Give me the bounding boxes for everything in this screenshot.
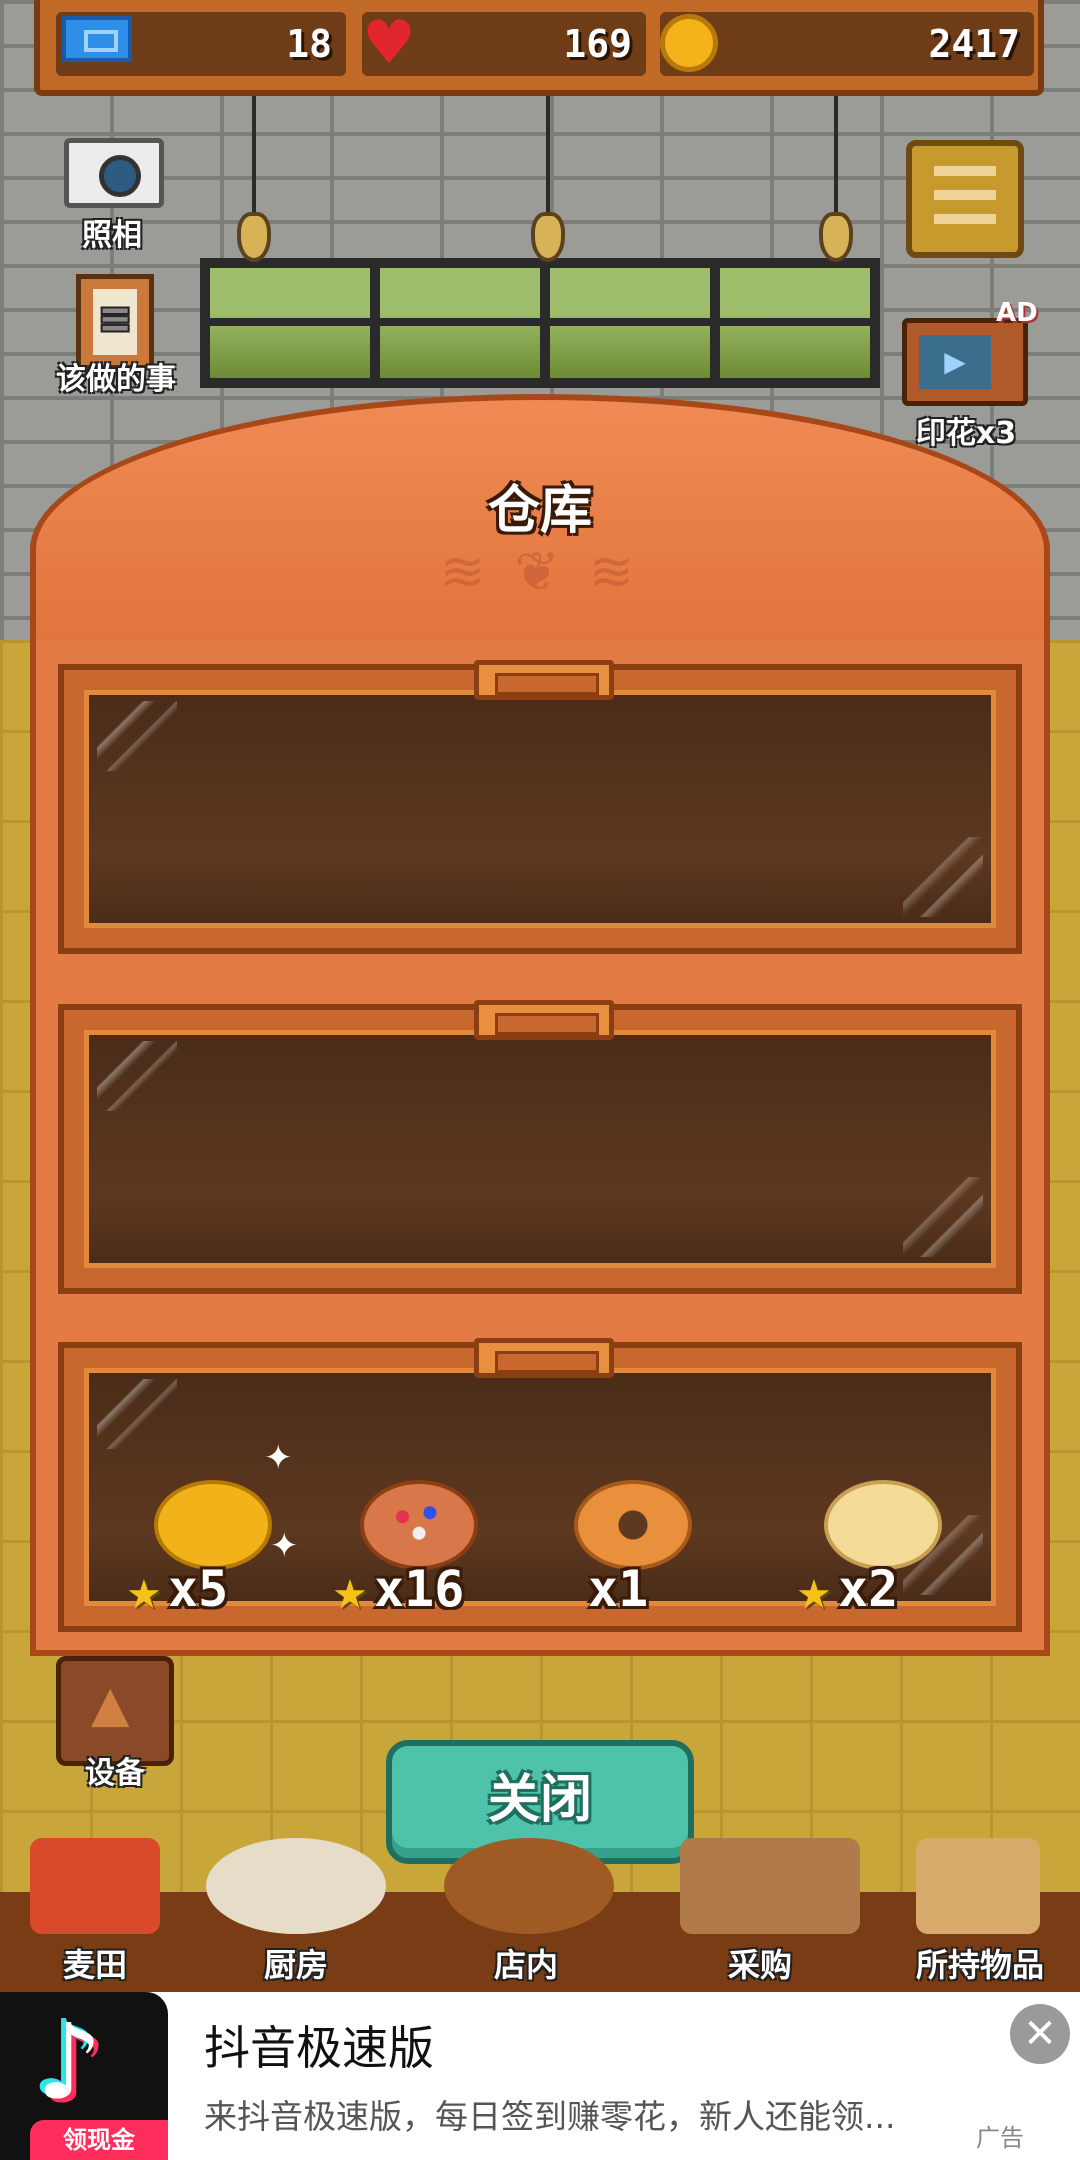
item-count: x1	[588, 1560, 649, 1618]
todo-label[interactable]: 该做的事	[36, 354, 196, 398]
douyin-logo-icon[interactable]: ♪ 领现金	[0, 1992, 168, 2160]
storage-title: 仓库	[487, 481, 592, 541]
kitchen-icon[interactable]	[206, 1838, 386, 1934]
star-icon: ★	[796, 1572, 832, 1618]
shelf-2	[58, 1000, 1022, 1294]
sparkle-icon: ✦	[264, 1438, 293, 1478]
cream-bun-icon	[824, 1480, 942, 1570]
shelf-glass	[84, 690, 996, 928]
item-count: x2	[838, 1560, 899, 1618]
nav-kitchen[interactable]: 厨房	[236, 1940, 356, 1986]
leaf-ornament: ≋ ❦ ≋	[439, 540, 641, 603]
shelf-3: ★ x5 ✦ ✦ ★ x16 x1 ★ x2	[58, 1338, 1022, 1632]
lamp-wire	[834, 96, 838, 216]
ad-description[interactable]: 来抖音极速版，每日签到赚零花，新人还能领...	[204, 2090, 895, 2138]
ad-tag: AD	[996, 298, 1038, 328]
item-count: x16	[374, 1560, 465, 1618]
nav-shop-interior[interactable]: 店内	[466, 1940, 586, 1986]
storage-item[interactable]: ★ x2	[784, 1480, 964, 1620]
coin-count: 2417	[928, 22, 1020, 66]
shelf-handle	[474, 1338, 614, 1378]
storage-item[interactable]: ★ x5	[114, 1480, 294, 1620]
shelf-glass	[84, 1030, 996, 1268]
purchase-icon[interactable]	[680, 1838, 860, 1934]
equipment-label[interactable]: 设备	[56, 1748, 174, 1792]
shelf-handle	[474, 660, 614, 700]
hamburger-icon	[934, 166, 996, 176]
cash-badge: 领现金	[30, 2120, 168, 2160]
shop-interior-icon[interactable]	[444, 1838, 614, 1934]
ad-close-button[interactable]: ✕	[1010, 2004, 1070, 2064]
light-bulb	[531, 212, 565, 262]
resource-bar: 18 169 ♥ 2417	[34, 0, 1044, 96]
music-note-icon: ♪	[36, 2001, 103, 2123]
ad-banner[interactable]: ♪ 领现金 抖音极速版 来抖音极速版，每日签到赚零花，新人还能领...	[0, 1992, 1080, 2160]
light-bulb	[819, 212, 853, 262]
heart-count: 169	[563, 22, 632, 66]
lamp-wire	[546, 96, 550, 216]
camera-icon[interactable]	[64, 138, 164, 208]
star-icon: ★	[332, 1572, 368, 1618]
storage-item[interactable]: x1	[534, 1480, 714, 1620]
camera-label[interactable]: 照相	[50, 210, 174, 254]
ticket-count: 18	[286, 22, 332, 66]
tv-ad-icon[interactable]	[902, 318, 1028, 406]
bagel-icon	[574, 1480, 692, 1570]
ad-title[interactable]: 抖音极速版	[204, 2012, 434, 2078]
star-icon: ★	[126, 1572, 162, 1618]
nav-purchase[interactable]: 采购	[700, 1940, 820, 1986]
wheat-field-icon[interactable]	[30, 1838, 160, 1934]
coin-icon	[660, 14, 718, 72]
nav-inventory[interactable]: 所持物品	[900, 1940, 1060, 1986]
sparkle-icon: ✦	[270, 1526, 299, 1566]
ticket-icon	[62, 16, 132, 62]
sprinkle-pie-icon	[360, 1480, 478, 1570]
nav-wheat-field[interactable]: 麦田	[40, 1940, 150, 1986]
light-bulb	[237, 212, 271, 262]
shop-window	[200, 258, 880, 388]
inventory-icon[interactable]	[916, 1838, 1040, 1934]
storage-item[interactable]: ★ x16	[320, 1480, 500, 1620]
lamp-wire	[252, 96, 256, 216]
ad-label: 广告	[976, 2124, 1024, 2152]
shelf-1	[58, 660, 1022, 954]
menu-button[interactable]	[906, 140, 1024, 258]
heart-icon: ♥	[362, 8, 416, 78]
item-count: x5	[168, 1560, 229, 1618]
shelf-handle	[474, 1000, 614, 1040]
pumpkin-bread-icon	[154, 1480, 272, 1570]
